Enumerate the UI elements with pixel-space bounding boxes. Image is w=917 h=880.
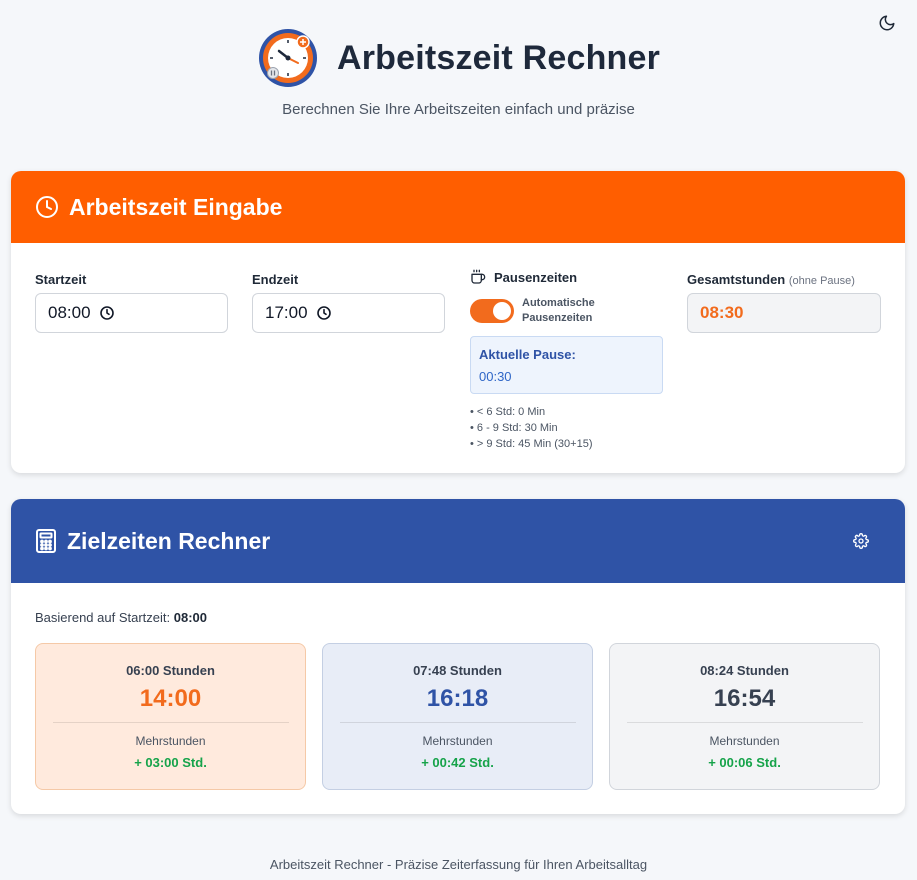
start-time-label: Startzeit — [35, 272, 87, 287]
auto-pause-toggle[interactable] — [470, 299, 514, 323]
auto-pause-label: Automatische Pausenzeiten — [522, 297, 595, 324]
tile-overtime-label: Mehrstunden — [135, 734, 206, 748]
tile-end-time: 14:00 — [139, 685, 202, 712]
end-time-label: Endzeit — [252, 272, 299, 287]
tile-end-time: 16:18 — [426, 685, 489, 712]
start-time-input[interactable]: 08:00 — [35, 293, 228, 333]
pause-title-text: Pausenzeiten — [494, 269, 578, 285]
end-time-group: Endzeit 17:00 — [252, 272, 445, 333]
work-time-input-card: Arbeitszeit Eingabe Startzeit 08:00 Endz… — [11, 171, 905, 473]
total-hours-group: Gesamtstunden (ohne Pause) 08:30 — [687, 272, 881, 333]
based-on-label: Basierend auf Startzeit: — [35, 610, 171, 625]
pause-group: Pausenzeiten Automatische Pausenzeiten A… — [470, 269, 663, 452]
start-time-group: Startzeit 08:00 — [35, 272, 228, 333]
current-pause-label: Aktuelle Pause: — [479, 347, 576, 362]
gear-icon[interactable] — [853, 533, 869, 549]
tile-divider — [626, 722, 863, 723]
pause-rule: • > 9 Std: 45 Min (30+15) — [470, 438, 593, 450]
total-hours-label-text: Gesamtstunden — [687, 272, 786, 287]
pause-title: Pausenzeiten — [470, 269, 663, 285]
input-card-title: Arbeitszeit Eingabe — [69, 193, 283, 220]
page-footer: Arbeitszeit Rechner - Präzise Zeiterfass… — [269, 857, 648, 872]
tile-divider — [339, 722, 576, 723]
clock-icon[interactable] — [99, 305, 115, 321]
current-pause-value: 00:30 — [479, 369, 512, 384]
total-hours-note: (ohne Pause) — [788, 275, 855, 287]
tile-overtime-label: Mehrstunden — [422, 734, 493, 748]
total-hours-label: Gesamtstunden (ohne Pause) — [687, 272, 881, 287]
clock-logo-icon — [258, 29, 317, 87]
logo-row: Arbeitszeit Rechner — [0, 27, 917, 89]
tile-overtime-value: + 03:00 Std. — [134, 755, 207, 770]
clock-icon — [36, 196, 58, 218]
tile-overtime-value: + 00:06 Std. — [708, 755, 781, 770]
pause-rules: • < 6 Std: 0 Min • 6 - 9 Std: 30 Min • >… — [470, 404, 663, 452]
tile-hours: 08:24 Stunden — [700, 663, 789, 678]
calculator-icon — [36, 529, 56, 553]
target-tile: 07:48 Stunden 16:18 Mehrstunden + 00:42 … — [322, 643, 593, 790]
pause-rule: • < 6 Std: 0 Min — [470, 406, 546, 418]
tile-hours: 07:48 Stunden — [413, 663, 502, 678]
target-tile: 08:24 Stunden 16:54 Mehrstunden + 00:06 … — [609, 643, 880, 790]
tile-divider — [52, 722, 289, 723]
end-time-value: 17:00 — [265, 303, 308, 322]
app-title: Arbeitszeit Rechner — [336, 38, 661, 77]
clock-icon[interactable] — [316, 305, 332, 321]
total-hours-value: 08:30 — [687, 293, 881, 333]
current-pause-box: Aktuelle Pause: 00:30 — [470, 336, 663, 394]
toggle-knob — [493, 302, 511, 320]
pause-rule: • 6 - 9 Std: 30 Min — [470, 422, 558, 434]
tile-overtime-label: Mehrstunden — [709, 734, 780, 748]
target-tile: 06:00 Stunden 14:00 Mehrstunden + 03:00 … — [35, 643, 306, 790]
based-on-text: Basierend auf Startzeit: 08:00 — [35, 610, 207, 625]
end-time-input[interactable]: 17:00 — [252, 293, 445, 333]
tile-overtime-value: + 00:42 Std. — [421, 755, 494, 770]
auto-pause-row: Automatische Pausenzeiten — [470, 296, 663, 326]
target-card-header: Zielzeiten Rechner — [11, 499, 905, 583]
target-card-title: Zielzeiten Rechner — [67, 527, 271, 554]
target-time-card: Zielzeiten Rechner Basierend auf Startze… — [11, 499, 905, 814]
based-on-value: 08:00 — [173, 610, 208, 625]
start-time-value: 08:00 — [48, 303, 91, 322]
input-card-header: Arbeitszeit Eingabe — [11, 171, 905, 243]
app-subtitle: Berechnen Sie Ihre Arbeitszeiten einfach… — [282, 101, 635, 118]
coffee-cup-icon — [471, 269, 486, 284]
tile-end-time: 16:54 — [713, 685, 776, 712]
tile-hours: 06:00 Stunden — [126, 663, 215, 678]
